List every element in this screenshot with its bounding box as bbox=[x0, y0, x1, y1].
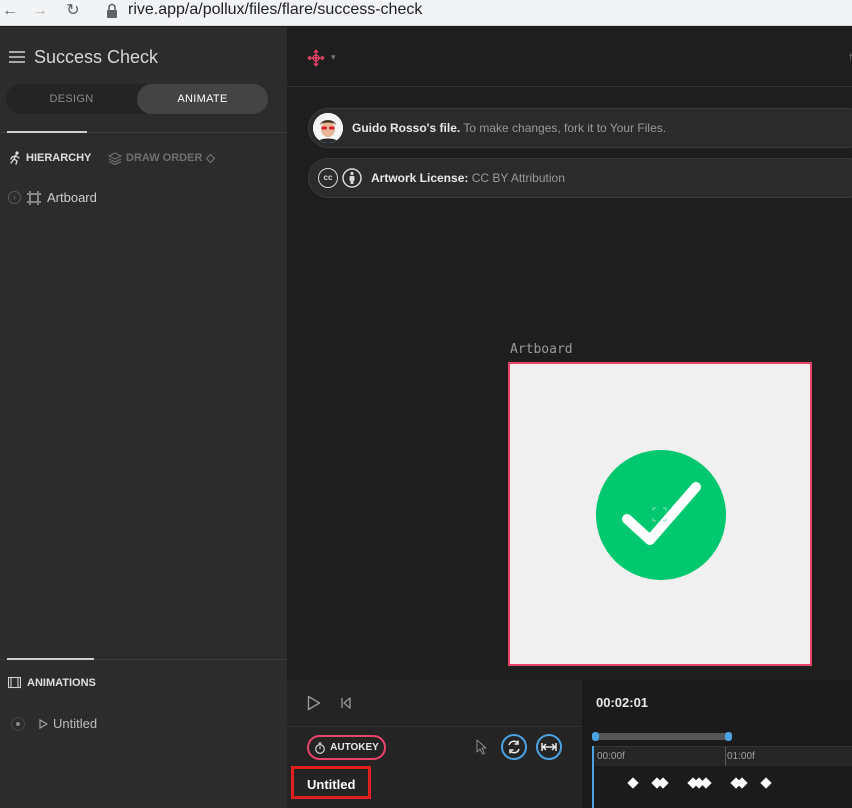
reload-icon[interactable]: ↻ bbox=[63, 1, 83, 21]
rewind-icon[interactable] bbox=[341, 697, 351, 709]
canvas-toolbar: ▾ ↑ bbox=[287, 27, 852, 87]
play-outline-icon bbox=[39, 718, 48, 729]
tree-item-artboard[interactable]: › Artboard bbox=[8, 190, 97, 205]
design-mode-button[interactable]: DESIGN bbox=[6, 84, 137, 114]
play-icon[interactable] bbox=[307, 695, 321, 711]
tab-hierarchy[interactable]: HIERARCHY bbox=[8, 151, 91, 165]
license-value: CC BY Attribution bbox=[471, 171, 565, 185]
canvas-area[interactable]: ▾ ↑ Guido Rosso's file. To make changes,… bbox=[287, 27, 852, 680]
ping-pong-mode-button[interactable] bbox=[536, 734, 562, 760]
keyframe[interactable] bbox=[627, 777, 639, 789]
keyframe[interactable] bbox=[760, 777, 772, 789]
current-time[interactable]: 00:02:01 bbox=[596, 695, 648, 710]
animations-header: ANIMATIONS bbox=[8, 676, 96, 689]
animation-name[interactable]: Untitled bbox=[307, 777, 355, 792]
back-arrow-icon[interactable]: ← bbox=[0, 1, 20, 21]
loop-icon bbox=[508, 740, 520, 754]
success-check-circle[interactable] bbox=[596, 450, 726, 580]
artboard-icon bbox=[27, 190, 41, 205]
forward-arrow-icon[interactable]: → bbox=[30, 1, 50, 21]
ruler-tick-label: 01:00f bbox=[727, 751, 755, 762]
divider bbox=[287, 726, 582, 727]
attribution-person-icon bbox=[342, 168, 362, 188]
tool-dropdown-chevron-icon[interactable]: ▾ bbox=[331, 52, 336, 63]
diamond-icon bbox=[206, 153, 216, 163]
avatar-face-icon bbox=[313, 113, 343, 143]
expand-chevron-icon[interactable]: › bbox=[8, 191, 21, 204]
stopwatch-icon bbox=[315, 741, 325, 754]
creative-commons-icon: cc bbox=[318, 168, 338, 188]
artboard[interactable] bbox=[508, 362, 812, 666]
running-figure-icon bbox=[10, 151, 20, 165]
left-sidebar: Success Check DESIGN ANIMATE HIERARCHY D… bbox=[0, 27, 287, 808]
toolbar-overflow-icon[interactable]: ↑ bbox=[848, 51, 852, 63]
animations-header-label: ANIMATIONS bbox=[27, 676, 96, 689]
move-tool-icon[interactable] bbox=[307, 49, 325, 67]
autokey-button[interactable]: AUTOKEY bbox=[307, 735, 386, 760]
tab-draw-order-label: DRAW ORDER bbox=[126, 152, 203, 164]
animate-mode-button[interactable]: ANIMATE bbox=[137, 84, 268, 114]
lock-icon bbox=[107, 3, 117, 18]
browser-toolbar: ← → ↻ rive.app/a/pollux/files/flare/succ… bbox=[0, 0, 852, 26]
active-animation-radio[interactable] bbox=[11, 716, 25, 731]
autokey-label: AUTOKEY bbox=[330, 742, 379, 753]
timeline-track[interactable]: 00:02:01 00:00f 01:00f bbox=[582, 680, 852, 808]
tree-item-label: Artboard bbox=[47, 190, 97, 205]
menu-icon[interactable] bbox=[9, 51, 25, 63]
ping-pong-icon bbox=[541, 743, 557, 751]
cursor-icon[interactable] bbox=[476, 739, 488, 755]
artboard-label: Artboard bbox=[510, 342, 573, 357]
license-notice: cc Artwork License: CC BY Attribution bbox=[308, 158, 852, 198]
time-ruler[interactable]: 00:00f 01:00f bbox=[592, 746, 852, 766]
tab-draw-order[interactable]: DRAW ORDER bbox=[108, 151, 216, 165]
tab-hierarchy-label: HIERARCHY bbox=[26, 152, 92, 164]
mode-toggle: DESIGN ANIMATE bbox=[6, 84, 268, 114]
url-bar[interactable]: rive.app/a/pollux/files/flare/success-ch… bbox=[128, 1, 422, 19]
section-indicator bbox=[7, 658, 94, 660]
layers-icon bbox=[108, 152, 122, 165]
ruler-tick-label: 00:00f bbox=[597, 751, 625, 762]
keyframe[interactable] bbox=[700, 777, 712, 789]
license-label: Artwork License: bbox=[371, 171, 469, 185]
timeline-zoom-scrollbar[interactable] bbox=[592, 732, 732, 741]
ruler-tick-mark bbox=[725, 747, 726, 766]
owner-message: To make changes, fork it to Your Files. bbox=[463, 121, 667, 135]
owner-notice: Guido Rosso's file. To make changes, for… bbox=[308, 108, 852, 148]
keyframe-lane[interactable] bbox=[592, 776, 852, 792]
owner-name: Guido Rosso's file. bbox=[352, 121, 461, 135]
loop-mode-button[interactable] bbox=[501, 734, 527, 760]
timeline-controls: AUTOKEY Untitled bbox=[287, 680, 582, 808]
film-icon bbox=[8, 676, 21, 689]
animation-item-label: Untitled bbox=[53, 716, 98, 731]
animation-list-item[interactable]: Untitled bbox=[11, 716, 97, 731]
avatar bbox=[313, 113, 343, 143]
checkmark-icon bbox=[622, 482, 701, 545]
active-tab-indicator bbox=[7, 131, 87, 133]
file-title: Success Check bbox=[34, 47, 159, 67]
